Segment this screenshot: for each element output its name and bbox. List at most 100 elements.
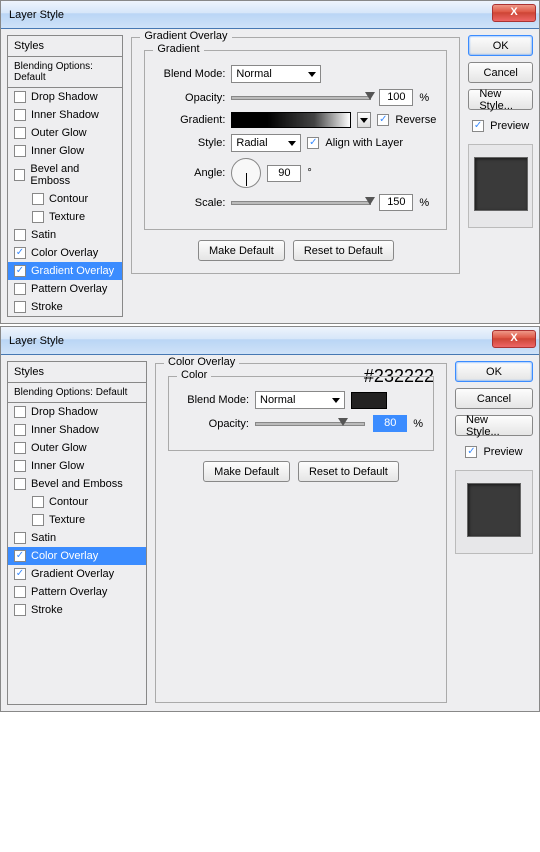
style-checkbox[interactable] bbox=[14, 127, 26, 139]
gradient-overlay-group: Gradient Overlay Gradient Blend Mode: No… bbox=[131, 37, 460, 274]
opacity-slider[interactable] bbox=[255, 422, 365, 426]
style-checkbox[interactable] bbox=[14, 460, 26, 472]
style-item-contour[interactable]: Contour bbox=[8, 190, 122, 208]
style-item-texture[interactable]: Texture bbox=[8, 208, 122, 226]
right-column: OK Cancel New Style... ✓ Preview bbox=[468, 35, 533, 317]
blendmode-select[interactable]: Normal bbox=[255, 391, 345, 409]
style-item-stroke[interactable]: Stroke bbox=[8, 601, 146, 619]
titlebar[interactable]: Layer Style X bbox=[1, 1, 539, 29]
style-checkbox[interactable]: ✓ bbox=[14, 247, 26, 259]
style-item-inner-shadow[interactable]: Inner Shadow bbox=[8, 421, 146, 439]
reverse-checkbox[interactable]: ✓ bbox=[377, 114, 389, 126]
style-item-drop-shadow[interactable]: Drop Shadow bbox=[8, 88, 122, 106]
style-item-drop-shadow[interactable]: Drop Shadow bbox=[8, 403, 146, 421]
make-default-button[interactable]: Make Default bbox=[203, 461, 290, 482]
style-item-satin[interactable]: Satin bbox=[8, 529, 146, 547]
style-checkbox[interactable] bbox=[14, 283, 26, 295]
style-item-satin[interactable]: Satin bbox=[8, 226, 122, 244]
style-checkbox[interactable] bbox=[14, 301, 26, 313]
preview-box bbox=[468, 144, 533, 228]
style-item-inner-shadow[interactable]: Inner Shadow bbox=[8, 106, 122, 124]
style-label: Bevel and Emboss bbox=[30, 163, 116, 187]
ok-button[interactable]: OK bbox=[455, 361, 533, 382]
style-checkbox[interactable] bbox=[14, 169, 25, 181]
layer-style-dialog: Layer Style X Styles Blending Options: D… bbox=[0, 326, 540, 712]
new-style-button[interactable]: New Style... bbox=[468, 89, 533, 110]
blending-options[interactable]: Blending Options: Default bbox=[8, 57, 122, 88]
style-label: Outer Glow bbox=[31, 442, 87, 454]
style-checkbox[interactable] bbox=[32, 496, 44, 508]
style-label: Contour bbox=[49, 496, 88, 508]
style-checkbox[interactable] bbox=[14, 229, 26, 241]
style-checkbox[interactable] bbox=[14, 406, 26, 418]
styles-header[interactable]: Styles bbox=[8, 36, 122, 57]
color-swatch[interactable] bbox=[351, 392, 387, 409]
style-item-contour[interactable]: Contour bbox=[8, 493, 146, 511]
style-item-gradient-overlay[interactable]: ✓ Gradient Overlay bbox=[8, 565, 146, 583]
style-label: Color Overlay bbox=[31, 247, 98, 259]
style-item-bevel-and-emboss[interactable]: Bevel and Emboss bbox=[8, 160, 122, 190]
style-item-bevel-and-emboss[interactable]: Bevel and Emboss bbox=[8, 475, 146, 493]
style-checkbox[interactable] bbox=[14, 145, 26, 157]
caret-down-icon bbox=[288, 141, 296, 146]
style-checkbox[interactable] bbox=[32, 514, 44, 526]
scale-slider[interactable] bbox=[231, 201, 371, 205]
gradient-dropdown[interactable] bbox=[357, 112, 371, 128]
style-item-pattern-overlay[interactable]: Pattern Overlay bbox=[8, 280, 122, 298]
style-item-color-overlay[interactable]: ✓ Color Overlay bbox=[8, 244, 122, 262]
blendmode-select[interactable]: Normal bbox=[231, 65, 321, 83]
opacity-value[interactable]: 80 bbox=[373, 415, 407, 432]
style-select[interactable]: Radial bbox=[231, 134, 301, 152]
style-item-gradient-overlay[interactable]: ✓ Gradient Overlay bbox=[8, 262, 122, 280]
style-checkbox[interactable] bbox=[14, 586, 26, 598]
style-checkbox[interactable] bbox=[32, 211, 44, 223]
preview-checkbox[interactable]: ✓ bbox=[472, 120, 484, 132]
opacity-value[interactable]: 100 bbox=[379, 89, 413, 106]
style-checkbox[interactable] bbox=[14, 442, 26, 454]
caret-down-icon bbox=[332, 398, 340, 403]
style-checkbox[interactable] bbox=[14, 424, 26, 436]
style-label: Drop Shadow bbox=[31, 91, 98, 103]
styles-header[interactable]: Styles bbox=[8, 362, 146, 383]
cancel-button[interactable]: Cancel bbox=[455, 388, 533, 409]
style-label: Gradient Overlay bbox=[31, 568, 114, 580]
style-checkbox[interactable]: ✓ bbox=[14, 265, 26, 277]
angle-dial[interactable] bbox=[231, 158, 261, 188]
ok-button[interactable]: OK bbox=[468, 35, 533, 56]
preview-checkbox[interactable]: ✓ bbox=[465, 446, 477, 458]
style-item-inner-glow[interactable]: Inner Glow bbox=[8, 457, 146, 475]
blendmode-label: Blend Mode: bbox=[179, 394, 249, 406]
style-checkbox[interactable]: ✓ bbox=[14, 568, 26, 580]
titlebar[interactable]: Layer Style X bbox=[1, 327, 539, 355]
style-item-texture[interactable]: Texture bbox=[8, 511, 146, 529]
gradient-picker[interactable] bbox=[231, 112, 351, 128]
opacity-slider[interactable] bbox=[231, 96, 371, 100]
style-item-pattern-overlay[interactable]: Pattern Overlay bbox=[8, 583, 146, 601]
style-checkbox[interactable] bbox=[14, 604, 26, 616]
reset-default-button[interactable]: Reset to Default bbox=[293, 240, 394, 261]
style-checkbox[interactable]: ✓ bbox=[14, 550, 26, 562]
style-checkbox[interactable] bbox=[14, 91, 26, 103]
close-button[interactable]: X bbox=[492, 4, 536, 22]
style-checkbox[interactable] bbox=[32, 193, 44, 205]
style-item-outer-glow[interactable]: Outer Glow bbox=[8, 124, 122, 142]
blending-options[interactable]: Blending Options: Default bbox=[8, 383, 146, 403]
preview-swatch bbox=[474, 157, 528, 211]
style-item-outer-glow[interactable]: Outer Glow bbox=[8, 439, 146, 457]
style-item-color-overlay[interactable]: ✓ Color Overlay bbox=[8, 547, 146, 565]
style-checkbox[interactable] bbox=[14, 109, 26, 121]
inner-legend: Gradient bbox=[153, 43, 203, 55]
reset-default-button[interactable]: Reset to Default bbox=[298, 461, 399, 482]
align-checkbox[interactable]: ✓ bbox=[307, 137, 319, 149]
style-checkbox[interactable] bbox=[14, 478, 26, 490]
new-style-button[interactable]: New Style... bbox=[455, 415, 533, 436]
scale-value[interactable]: 150 bbox=[379, 194, 413, 211]
group-legend: Color Overlay bbox=[164, 356, 239, 368]
style-item-inner-glow[interactable]: Inner Glow bbox=[8, 142, 122, 160]
angle-value[interactable]: 90 bbox=[267, 165, 301, 182]
make-default-button[interactable]: Make Default bbox=[198, 240, 285, 261]
cancel-button[interactable]: Cancel bbox=[468, 62, 533, 83]
style-item-stroke[interactable]: Stroke bbox=[8, 298, 122, 316]
style-checkbox[interactable] bbox=[14, 532, 26, 544]
close-button[interactable]: X bbox=[492, 330, 536, 348]
